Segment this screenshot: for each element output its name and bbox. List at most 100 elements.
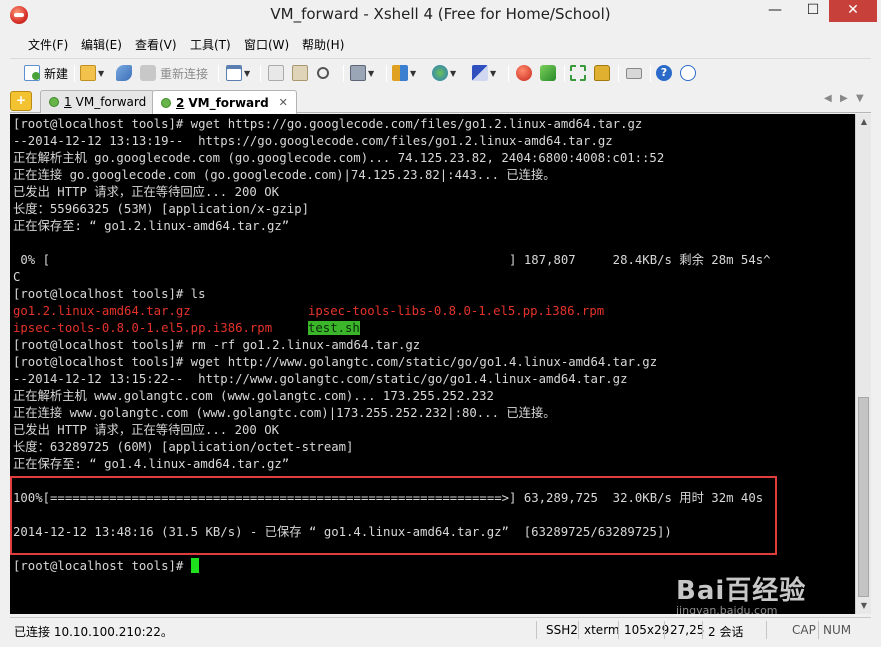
session-count-status: 2 会话: [708, 625, 744, 639]
toolbar-separator: [386, 65, 387, 82]
tab-next-icon[interactable]: ▶: [840, 93, 848, 104]
transfer-button[interactable]: ▼: [392, 63, 416, 83]
paste-button[interactable]: [292, 63, 308, 83]
chevron-down-icon: ▼: [450, 68, 457, 78]
toolbar-separator: [508, 65, 509, 82]
chat-button[interactable]: [680, 63, 696, 83]
chevron-down-icon: ▼: [98, 68, 105, 78]
chevron-down-icon: ▼: [490, 68, 497, 78]
tab-menu-icon[interactable]: ▼: [856, 93, 864, 104]
reconnect-label: 重新连接: [160, 66, 209, 81]
status-separator: [536, 621, 537, 639]
keyboard-icon: [626, 67, 642, 79]
shell-prompt: [root@localhost tools]#: [13, 559, 191, 573]
toolbar-separator: [218, 65, 219, 82]
menu-file[interactable]: 文件(F): [28, 36, 68, 53]
connected-status-icon: [49, 97, 59, 107]
xmanager-icon: [540, 65, 556, 81]
open-button[interactable]: ▼: [80, 63, 104, 83]
terminal-cursor: [190, 558, 199, 573]
xmanager-button[interactable]: [540, 63, 556, 83]
terminal-line: 长度：63289725 (60M) [application/octet-str…: [13, 440, 354, 454]
scroll-up-icon[interactable]: ▲: [856, 114, 872, 130]
ls-output-file: test.sh: [308, 320, 360, 337]
scrollbar-thumb[interactable]: [858, 397, 869, 597]
connection-status: 已连接 10.10.100.210:22。: [14, 625, 173, 639]
copy-icon: [268, 65, 284, 81]
add-tab-button[interactable]: +: [10, 91, 32, 111]
toolbar-separator: [260, 65, 261, 82]
find-icon: [317, 67, 329, 79]
close-window-button[interactable]: ✕: [829, 0, 877, 22]
new-session-label: 新建: [44, 66, 69, 81]
connect-icon: [116, 65, 132, 81]
menu-edit[interactable]: 编辑(E): [81, 36, 122, 53]
tab-session-1[interactable]: 1 VM_forward: [40, 90, 156, 113]
new-session-icon: [24, 65, 40, 81]
tab-label: VM_forward: [75, 95, 147, 109]
terminal-type-status: xterm: [584, 623, 620, 637]
annotation-highlight-box: [10, 476, 777, 555]
xftp-button[interactable]: [516, 63, 532, 83]
minimize-button[interactable]: —: [757, 0, 793, 22]
print-icon: [350, 65, 366, 81]
toolbar-separator: [650, 65, 651, 82]
watermark-url: jingyan.baidu.com: [676, 604, 778, 617]
ls-output-file: ipsec-tools-libs-0.8.0-1.el5.pp.i386.rpm: [308, 304, 605, 318]
tab-session-2[interactable]: 2 VM_forward ✕: [152, 90, 297, 114]
connect-button[interactable]: [116, 63, 132, 83]
cursor-position-status: 27,25: [670, 623, 705, 637]
chevron-down-icon: ▼: [368, 68, 375, 78]
lock-button[interactable]: [594, 63, 610, 83]
terminal-line: [root@localhost tools]# wget http://www.…: [13, 355, 658, 369]
terminal-line: C: [13, 270, 21, 284]
terminal-line: 已发出 HTTP 请求，正在等待回应... 200 OK: [13, 423, 280, 437]
connected-status-icon: [161, 97, 171, 108]
status-separator: [664, 621, 665, 639]
status-separator: [818, 621, 819, 639]
encoding-button[interactable]: ▼: [432, 63, 456, 83]
reconnect-icon: [140, 65, 156, 81]
find-button[interactable]: [317, 63, 329, 83]
copy-button[interactable]: [268, 63, 284, 83]
terminal-line: 正在解析主机 www.golangtc.com (www.golangtc.co…: [13, 389, 494, 403]
menu-help[interactable]: 帮助(H): [302, 36, 344, 53]
ls-output-file: go1.2.linux-amd64.tar.gz: [13, 304, 191, 318]
menu-view[interactable]: 查看(V): [135, 36, 177, 53]
title-bar: VM_forward - Xshell 4 (Free for Home/Sch…: [0, 0, 881, 30]
num-lock-indicator: NUM: [823, 623, 852, 637]
reconnect-button[interactable]: 重新连接: [140, 63, 208, 83]
toolbar-separator: [618, 65, 619, 82]
print-button[interactable]: ▼: [350, 63, 374, 83]
keyboard-button[interactable]: [626, 63, 642, 83]
menu-tools[interactable]: 工具(T): [190, 36, 231, 53]
tab-label: VM_forward: [188, 95, 269, 110]
terminal-line: 正在连接 go.googlecode.com (go.googlecode.co…: [13, 168, 556, 182]
terminal-scrollbar[interactable]: ▲ ▼: [855, 114, 871, 614]
toolbar-separator: [564, 65, 565, 82]
terminal-size-status: 105x29: [624, 623, 670, 637]
paste-icon: [292, 65, 308, 81]
ls-output-file: ipsec-tools-0.8.0-1.el5.pp.i386.rpm: [13, 321, 273, 335]
close-tab-icon[interactable]: ✕: [279, 96, 288, 109]
terminal-pane[interactable]: [root@localhost tools]# wget https://go.…: [10, 114, 855, 614]
terminal-line: 正在保存至: “ go1.4.linux-amd64.tar.gz”: [13, 457, 290, 471]
maximize-button[interactable]: ☐: [795, 0, 831, 22]
help-icon: ?: [656, 65, 672, 81]
session-tab-bar: + 1 VM_forward 2 VM_forward ✕ ◀ ▶ ▼: [10, 89, 871, 114]
menu-bar: 文件(F) 编辑(E) 查看(V) 工具(T) 窗口(W) 帮助(H): [10, 33, 871, 55]
font-button[interactable]: ▼: [472, 63, 496, 83]
menu-window[interactable]: 窗口(W): [244, 36, 289, 53]
help-button[interactable]: ?: [656, 63, 672, 83]
scroll-down-icon[interactable]: ▼: [856, 598, 872, 614]
toolbar-separator: [343, 65, 344, 82]
window-title: VM_forward - Xshell 4 (Free for Home/Sch…: [270, 5, 611, 23]
xftp-icon: [516, 65, 532, 81]
watermark-logo-text: Bai百经验: [676, 576, 807, 606]
tab-prev-icon[interactable]: ◀: [824, 93, 832, 104]
status-bar: 已连接 10.10.100.210:22。 SSH2 xterm 105x29 …: [10, 617, 871, 641]
globe-icon: [432, 65, 448, 81]
properties-button[interactable]: ▼: [226, 63, 250, 83]
fullscreen-button[interactable]: [570, 63, 586, 83]
new-session-button[interactable]: 新建: [24, 63, 68, 83]
